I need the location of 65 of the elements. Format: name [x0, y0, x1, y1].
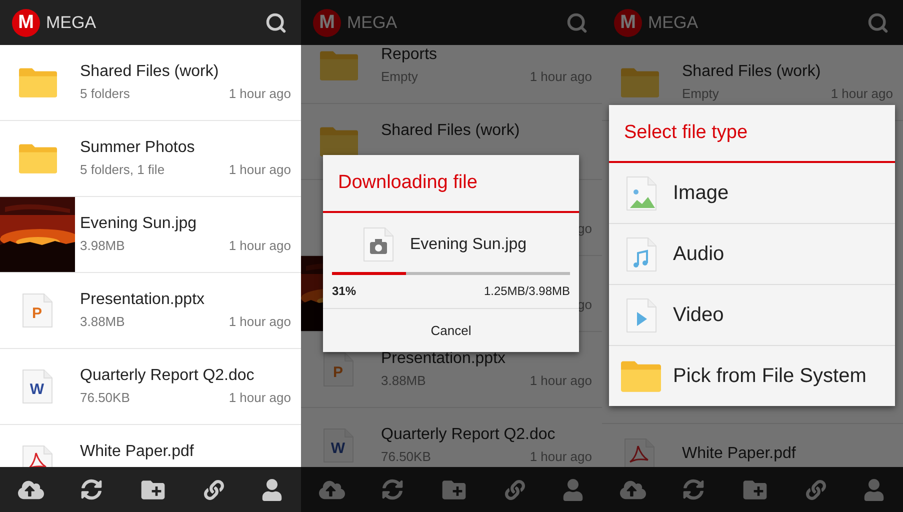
folder-icon	[320, 50, 358, 81]
file-name[interactable]: Evening Sun.jpg	[80, 215, 197, 233]
modified-time: 1 hour ago	[530, 69, 592, 84]
file-icon: P	[323, 352, 354, 387]
image-file-icon	[626, 176, 656, 210]
video-file-icon	[626, 298, 656, 332]
file-type-option[interactable]: Video	[609, 285, 895, 346]
file-name[interactable]: White Paper.pdf	[682, 445, 796, 463]
link-icon[interactable]	[204, 480, 224, 500]
modified-time: 1 hour ago	[830, 86, 893, 101]
file-name[interactable]: Quarterly Report Q2.doc	[80, 367, 254, 385]
file-name[interactable]: White Paper.pdf	[80, 443, 194, 461]
file-name[interactable]: Summer Photos	[80, 139, 195, 157]
file-details: Empty	[682, 86, 719, 101]
modified-time: 1 hour ago	[530, 449, 592, 464]
modified-time: 1 hour ago	[228, 314, 291, 329]
file-name[interactable]: Shared Files (work)	[682, 63, 821, 81]
app-title: MEGA	[46, 12, 98, 32]
dialog-title: Downloading file	[323, 155, 579, 213]
folder-icon	[620, 67, 658, 98]
app-logo: M	[313, 8, 341, 36]
camera-file-icon	[363, 227, 394, 262]
file-type-option[interactable]: Pick from File System	[609, 346, 895, 406]
modified-time: 1 hour ago	[530, 373, 592, 388]
music-file-icon	[626, 236, 656, 272]
file-name[interactable]: Shared Files (work)	[381, 122, 520, 140]
file-details: 3.88MB	[80, 314, 125, 329]
app-title: MEGA	[347, 12, 398, 32]
app-title: MEGA	[648, 12, 700, 32]
file-details: 76.50KB	[80, 390, 130, 405]
file-icon: W	[22, 369, 53, 404]
file-type-option[interactable]: Image	[609, 163, 895, 224]
search-icon[interactable]	[265, 12, 287, 34]
pdf-file-icon	[624, 438, 655, 467]
file-name: Evening Sun.jpg	[410, 236, 527, 254]
file-name[interactable]: Presentation.pptx	[381, 350, 506, 368]
progress-percent: 31%	[332, 284, 356, 298]
app-logo: M	[12, 8, 40, 36]
modified-time: 1 hour ago	[228, 86, 291, 101]
file-name[interactable]: Presentation.pptx	[80, 291, 205, 309]
file-name[interactable]: Shared Files (work)	[80, 63, 219, 81]
modified-time: 1 hour ago	[228, 238, 291, 253]
file-type-option[interactable]: Audio	[609, 224, 895, 285]
refresh-icon[interactable]	[81, 479, 102, 500]
folder-icon	[320, 126, 358, 157]
user-icon[interactable]	[260, 478, 283, 500]
file-details: 3.98MB	[80, 238, 125, 253]
file-details: Empty	[381, 69, 418, 84]
file-details: 76.50KB	[381, 449, 431, 464]
file-details: 5 folders, 1 file	[80, 162, 165, 177]
modified-time: 1 hour ago	[228, 162, 291, 177]
folder-icon	[18, 67, 56, 98]
folder-icon	[621, 360, 661, 392]
app-logo: M	[614, 8, 642, 36]
file-name[interactable]: Quarterly Report Q2.doc	[381, 426, 556, 444]
file-name[interactable]: Reports	[381, 46, 438, 64]
dialog-title: Select file type	[609, 105, 895, 163]
file-icon: P	[22, 293, 53, 328]
modified-time: 1 hour ago	[228, 390, 291, 405]
file-details: 5 folders	[80, 86, 130, 101]
folder-icon	[18, 143, 56, 174]
file-details: 3.88MB	[381, 373, 426, 388]
file-icon: W	[323, 428, 354, 463]
cancel-button[interactable]: Cancel	[323, 308, 579, 352]
progress-amount: 1.25MB/3.98MB	[484, 284, 570, 298]
